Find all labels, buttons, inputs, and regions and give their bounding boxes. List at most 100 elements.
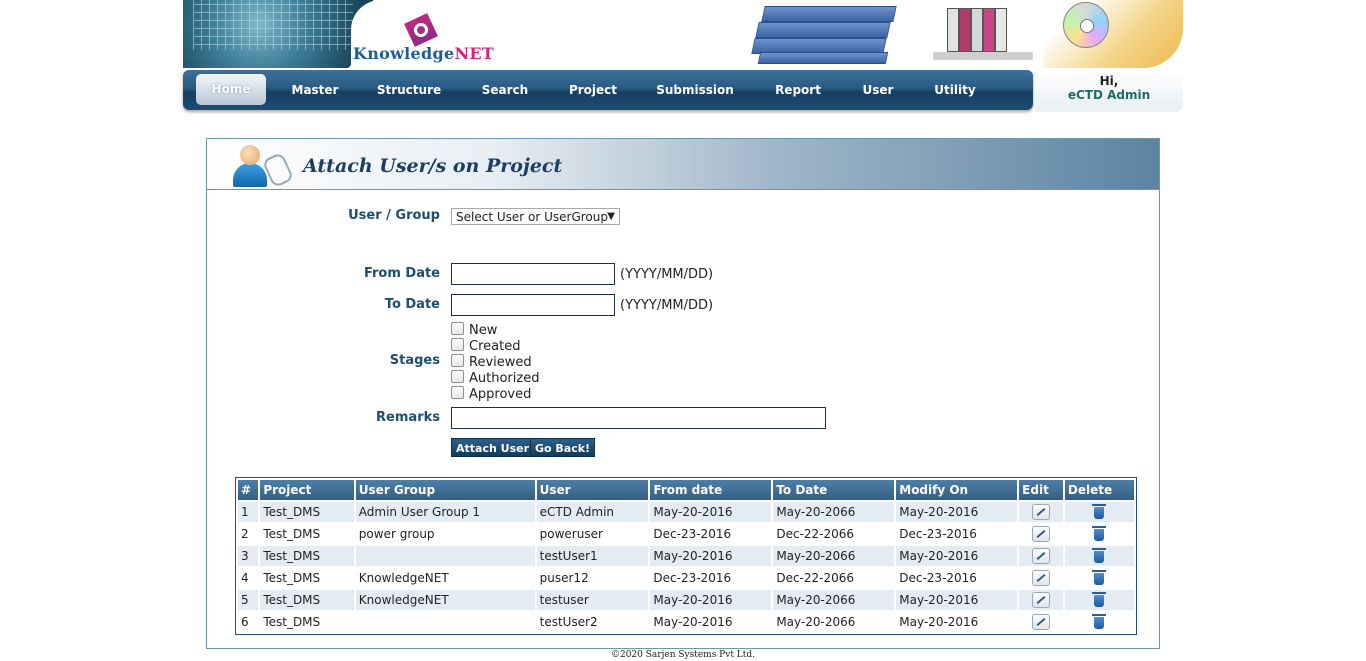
- nav-master[interactable]: Master: [283, 70, 347, 110]
- cell-user: eCTD Admin: [536, 502, 649, 522]
- cell-to-date: May-20-2066: [773, 502, 895, 522]
- cell-user: testUser1: [536, 546, 649, 566]
- cell-number: 3: [238, 546, 259, 566]
- stage-new-option[interactable]: New: [451, 322, 497, 338]
- table-row: 5 Test_DMS KnowledgeNET testuser May-20-…: [238, 590, 1134, 610]
- stage-new-checkbox[interactable]: [451, 322, 464, 335]
- cell-number: 5: [238, 590, 259, 610]
- attached-users-table: # Project User Group User From date To D…: [235, 477, 1137, 635]
- cell-from-date: May-20-2016: [650, 590, 772, 610]
- page-title: Attach User/s on Project: [303, 155, 563, 177]
- trash-icon[interactable]: [1092, 569, 1107, 585]
- user-group-select[interactable]: Select User or UserGroup ▼: [451, 208, 620, 225]
- remarks-label: Remarks: [376, 410, 440, 425]
- cell-edit: [1019, 612, 1063, 632]
- trash-icon[interactable]: [1092, 613, 1107, 629]
- cell-edit: [1019, 502, 1063, 522]
- edit-icon[interactable]: [1032, 570, 1051, 586]
- brand-name-part2: NET: [454, 44, 495, 63]
- cell-from-date: May-20-2016: [650, 612, 772, 632]
- nav-report[interactable]: Report: [765, 70, 831, 110]
- attach-user-button[interactable]: Attach User: [451, 438, 534, 457]
- cell-modify-on: Dec-23-2016: [896, 524, 1018, 544]
- cell-edit: [1019, 524, 1063, 544]
- nav-submission[interactable]: Submission: [649, 70, 741, 110]
- stage-reviewed-label: Reviewed: [469, 355, 532, 370]
- cell-user-group: KnowledgeNET: [355, 568, 535, 588]
- trash-icon[interactable]: [1092, 547, 1107, 563]
- brand-name-part1: Knowledge: [353, 44, 455, 63]
- user-group-selected-value: Select User or UserGroup: [456, 210, 608, 224]
- stage-approved-checkbox[interactable]: [451, 386, 464, 399]
- edit-icon[interactable]: [1032, 504, 1051, 520]
- nav-structure[interactable]: Structure: [369, 70, 449, 110]
- cell-to-date: May-20-2066: [773, 590, 895, 610]
- col-header-to-date: To Date: [773, 480, 895, 500]
- cell-delete: [1064, 524, 1134, 544]
- stage-created-checkbox[interactable]: [451, 338, 464, 351]
- stage-new-label: New: [469, 323, 498, 338]
- table-row: 3 Test_DMS testUser1 May-20-2016 May-20-…: [238, 546, 1134, 566]
- from-date-format-hint: (YYYY/MM/DD): [620, 267, 714, 282]
- nav-search[interactable]: Search: [473, 70, 537, 110]
- cell-user: poweruser: [536, 524, 649, 544]
- cell-to-date: Dec-22-2066: [773, 568, 895, 588]
- cell-delete: [1064, 568, 1134, 588]
- cell-delete: [1064, 612, 1134, 632]
- nav-utility[interactable]: Utility: [923, 70, 987, 110]
- stage-approved-label: Approved: [469, 387, 532, 402]
- to-date-input[interactable]: [451, 294, 615, 316]
- cell-edit: [1019, 590, 1063, 610]
- attach-user-panel: Attach User/s on Project User / Group Se…: [206, 138, 1160, 649]
- table-header-row: # Project User Group User From date To D…: [238, 480, 1134, 500]
- col-header-project: Project: [260, 480, 354, 500]
- col-header-edit: Edit: [1019, 480, 1063, 500]
- cell-modify-on: Dec-23-2016: [896, 568, 1018, 588]
- cell-number: 6: [238, 612, 259, 632]
- cell-modify-on: May-20-2016: [896, 612, 1018, 632]
- cell-user: testuser: [536, 590, 649, 610]
- brand-logo-text: KnowledgeNET: [353, 44, 494, 63]
- edit-icon[interactable]: [1032, 614, 1051, 630]
- nav-project[interactable]: Project: [559, 70, 627, 110]
- edit-icon[interactable]: [1032, 548, 1051, 564]
- stage-authorized-checkbox[interactable]: [451, 370, 464, 383]
- edit-icon[interactable]: [1032, 526, 1051, 542]
- stage-created-option[interactable]: Created: [451, 338, 520, 354]
- table-row: 2 Test_DMS power group poweruser Dec-23-…: [238, 524, 1134, 544]
- trash-icon[interactable]: [1092, 591, 1107, 607]
- edit-icon[interactable]: [1032, 592, 1051, 608]
- col-header-modify-on: Modify On: [896, 480, 1018, 500]
- cd-icon: [1063, 2, 1109, 48]
- cell-delete: [1064, 502, 1134, 522]
- stage-approved-option[interactable]: Approved: [451, 386, 531, 402]
- table-row: 6 Test_DMS testUser2 May-20-2016 May-20-…: [238, 612, 1134, 632]
- trash-icon[interactable]: [1092, 503, 1107, 519]
- stage-authorized-option[interactable]: Authorized: [451, 370, 539, 386]
- cell-from-date: Dec-23-2016: [650, 568, 772, 588]
- from-date-input[interactable]: [451, 263, 615, 285]
- stage-authorized-label: Authorized: [469, 371, 540, 386]
- cell-number: 1: [238, 502, 259, 522]
- trash-icon[interactable]: [1092, 525, 1107, 541]
- to-date-format-hint: (YYYY/MM/DD): [620, 298, 714, 313]
- cell-modify-on: May-20-2016: [896, 502, 1018, 522]
- cell-project: Test_DMS: [260, 546, 354, 566]
- cell-user-group: Admin User Group 1: [355, 502, 535, 522]
- nav-home[interactable]: Home: [196, 74, 266, 105]
- stage-reviewed-checkbox[interactable]: [451, 354, 464, 367]
- cell-edit: [1019, 568, 1063, 588]
- remarks-input[interactable]: [451, 407, 826, 429]
- cell-number: 2: [238, 524, 259, 544]
- go-back-button[interactable]: Go Back!: [530, 438, 596, 457]
- to-date-label: To Date: [384, 297, 440, 312]
- cell-user-group: [355, 546, 535, 566]
- col-header-delete: Delete: [1064, 480, 1134, 500]
- nav-user[interactable]: User: [853, 70, 903, 110]
- greeting-username: eCTD Admin: [1067, 88, 1151, 102]
- user-attach-icon: [229, 143, 295, 189]
- table-row: 4 Test_DMS KnowledgeNET puser12 Dec-23-2…: [238, 568, 1134, 588]
- globe-graphic: [183, 0, 373, 68]
- stage-reviewed-option[interactable]: Reviewed: [451, 354, 532, 370]
- col-header-user-group: User Group: [355, 480, 535, 500]
